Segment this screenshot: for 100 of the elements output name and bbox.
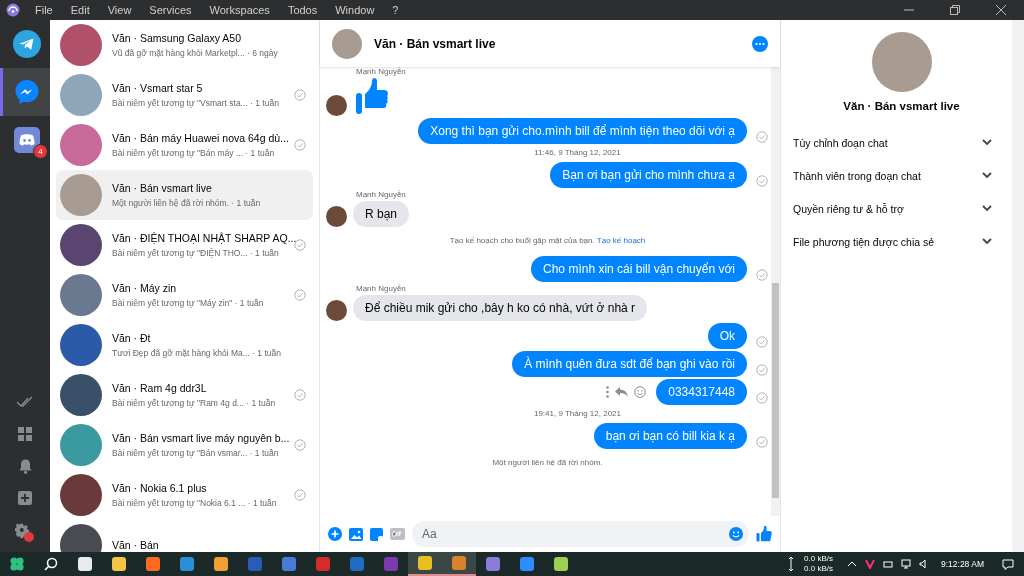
- plus-circle-icon[interactable]: [328, 527, 342, 541]
- message-input-field[interactable]: Aa: [412, 521, 749, 547]
- app-icon[interactable]: [418, 556, 432, 570]
- menu-item[interactable]: Window: [326, 4, 384, 16]
- upload-speed: 0.0 kB/s: [804, 554, 833, 564]
- message-bubble: À mình quên đưa sdt để bạn ghi vào rồi: [512, 351, 747, 377]
- restore-icon[interactable]: [950, 5, 960, 15]
- conversation-title: Văn · Đt: [112, 332, 151, 344]
- conversation-title: Văn · Ram 4g ddr3L: [112, 382, 207, 394]
- chevron-up-icon[interactable]: [847, 559, 857, 569]
- conversation-preview: Bài niêm yết tương tự "Bán máy ... · 1 tuần: [112, 148, 275, 158]
- emoji-icon[interactable]: [729, 527, 743, 541]
- read-check-icon: [756, 436, 768, 448]
- app-icon[interactable]: [146, 557, 160, 571]
- chat-title: Văn · Bán vsmart live: [374, 36, 497, 51]
- message-bubble: bạn ơi bạn có bill kia k ạ: [593, 423, 747, 449]
- sender-name: Mạnh Nguyễn: [356, 67, 407, 76]
- collapsible-section[interactable]: Quyền riêng tư & hỗ trợ: [793, 192, 992, 225]
- app-icon[interactable]: [282, 557, 296, 571]
- more-options-icon[interactable]: [752, 35, 768, 52]
- message-bubble: Ok: [707, 323, 747, 349]
- menu-item[interactable]: File: [26, 4, 62, 16]
- conversation-item[interactable]: Văn · ĐIỆN THOẠI NHẬT SHARP AQ... Bài niêm yết tương tự "ĐIỆN THO... · 1 tuần: [56, 220, 313, 270]
- reply-icon[interactable]: [615, 387, 629, 397]
- conversation-item[interactable]: Văn · Nokia 6.1 plus Bài niêm yết tương tự "Nokia 6.1 ... · 1 tuần: [56, 470, 313, 520]
- read-check-icon: [756, 392, 768, 404]
- menu-item[interactable]: View: [98, 4, 141, 16]
- message-bubble: Để chiều mik gửi cho ,bây h ko có nhà, vứt ở nhà r: [353, 295, 648, 321]
- app-icon[interactable]: [554, 557, 568, 571]
- clock: 9:12:28 AM: [941, 559, 984, 569]
- menu-item[interactable]: Workspaces: [200, 4, 279, 16]
- create-plan-link[interactable]: Tạo kế hoạch: [596, 236, 646, 245]
- battery-icon[interactable]: [883, 559, 893, 569]
- conversation-preview: Bài niêm yết tương tự "Nokia 6.1 ... · 1 tuần: [112, 498, 277, 508]
- conversation-item[interactable]: Văn · Bán máy Huawei nova 64g dù... Bài niêm yết tương tự "Bán máy ... · 1 tuần: [56, 120, 313, 170]
- arrow-down-icon: [788, 564, 795, 572]
- search-icon[interactable]: [44, 557, 58, 571]
- menu-item[interactable]: Edit: [61, 4, 99, 16]
- system-message: Tạo kế hoạch cho buổi gặp mặt của bạn. Tạo kế hoạch: [448, 235, 647, 246]
- collapsible-section[interactable]: Tùy chỉnh đoạn chat: [793, 126, 992, 159]
- conversation-item[interactable]: Văn · Máy zin Bài niêm yết tương tự "Máy zin" · 1 tuần: [56, 270, 313, 320]
- clover-icon[interactable]: [9, 556, 25, 572]
- thumbs-up-icon[interactable]: [756, 526, 772, 542]
- thumbs-up-icon: [353, 76, 389, 116]
- conversation-title: Văn · Vsmart star 5: [112, 82, 203, 94]
- conversation-item[interactable]: Văn · Bán vsmart live Một người liên hệ đã rời nhóm. · 1 tuần: [56, 170, 313, 220]
- app-icon[interactable]: [78, 557, 92, 571]
- menu-item[interactable]: Services: [140, 4, 201, 16]
- image-icon[interactable]: [349, 527, 363, 541]
- timestamp: 11:46, 9 Tháng 12, 2021: [533, 148, 622, 157]
- message-bubble: Bạn ơi bạn gửi cho mình chưa ạ: [550, 162, 747, 188]
- scrollbar[interactable]: [1012, 20, 1024, 552]
- app-icon[interactable]: [214, 557, 228, 571]
- menu-item[interactable]: ?: [383, 4, 408, 16]
- service-tab[interactable]: 4: [0, 116, 50, 164]
- collapsible-section[interactable]: File phương tiện được chia sẻ: [793, 225, 992, 258]
- conversation-title: Văn · Bán vsmart live máy nguyên b...: [112, 432, 290, 444]
- speaker-icon[interactable]: [919, 559, 929, 569]
- system-message: Một người liên hệ đã rời nhóm.: [491, 457, 604, 468]
- gif-icon[interactable]: [390, 528, 405, 540]
- arrow-up-icon: [788, 556, 795, 564]
- app-icon[interactable]: [520, 557, 534, 571]
- app-logo-icon: [6, 3, 20, 17]
- conversation-preview: Bài niêm yết tương tự "Máy zin" · 1 tuần: [112, 298, 264, 308]
- conversation-item[interactable]: Văn · Vsmart star 5 Bài niêm yết tương tự "Vsmart sta... · 1 tuần: [56, 70, 313, 120]
- scrollbar[interactable]: [771, 67, 780, 516]
- conversation-preview: Tươi Đẹp đã gỡ mặt hàng khỏi Ma... · 1 tuần: [112, 348, 281, 358]
- game-controller-icon: [13, 127, 40, 153]
- download-speed: 0.0 kB/s: [804, 564, 833, 574]
- more-vertical-icon[interactable]: [606, 386, 610, 398]
- network-icon[interactable]: [901, 559, 911, 569]
- conversation-preview: Bài niêm yết tương tự "Bán vsmar... · 1 tuần: [112, 448, 279, 458]
- conversation-title: Văn · Bán vsmart live: [112, 182, 212, 194]
- conversation-item[interactable]: Văn · Ram 4g ddr3L Bài niêm yết tương tự "Ram 4g d... · 1 tuần: [56, 370, 313, 420]
- collapsible-section[interactable]: Thành viên trong đoạn chat: [793, 159, 992, 192]
- sender-name: Mạnh Nguyễn: [356, 190, 407, 199]
- menu-item[interactable]: Todos: [278, 4, 327, 16]
- conversation-preview: Bài niêm yết tương tự "Ram 4g d... · 1 tuần: [112, 398, 276, 408]
- conversation-title: Văn · ĐIỆN THOẠI NHẬT SHARP AQ...: [112, 232, 297, 244]
- app-icon[interactable]: [486, 557, 500, 571]
- conversation-title: Văn · Samsung Galaxy A50: [112, 32, 241, 44]
- conversation-item[interactable]: Văn · Đt Tươi Đẹp đã gỡ mặt hàng khỏi Ma... · 1 tuần: [56, 320, 313, 370]
- emoji-icon[interactable]: [634, 386, 647, 398]
- app-icon[interactable]: [180, 557, 194, 571]
- notification-icon[interactable]: [1002, 558, 1014, 570]
- conversation-preview: Vũ đã gỡ mặt hàng khỏi Marketpl... · 6 ngày: [112, 48, 278, 58]
- read-check-icon: [756, 364, 768, 376]
- conversation-item[interactable]: Văn · Samsung Galaxy A50 Vũ đã gỡ mặt hàng khỏi Marketpl... · 6 ngày: [56, 20, 313, 70]
- conversation-preview: Bài niêm yết tương tự "ĐIỆN THO... · 1 tuần: [112, 248, 279, 258]
- sticker-icon[interactable]: [370, 527, 383, 541]
- read-check-icon: [756, 131, 768, 143]
- photo-placeholder: [332, 28, 362, 59]
- message-bubble: R bạn: [353, 201, 410, 227]
- app-icon[interactable]: [112, 557, 126, 571]
- chat-name: Văn · Bán vsmart live: [842, 100, 961, 112]
- app-icon[interactable]: [316, 557, 330, 571]
- close-icon[interactable]: [996, 5, 1006, 15]
- paper-plane-icon: [12, 30, 41, 58]
- v-letter-icon[interactable]: [865, 559, 875, 569]
- conversation-item[interactable]: Văn · Bán vsmart live máy nguyên b... Bài niêm yết tương tự "Bán vsmar... · 1 tuần: [56, 420, 313, 470]
